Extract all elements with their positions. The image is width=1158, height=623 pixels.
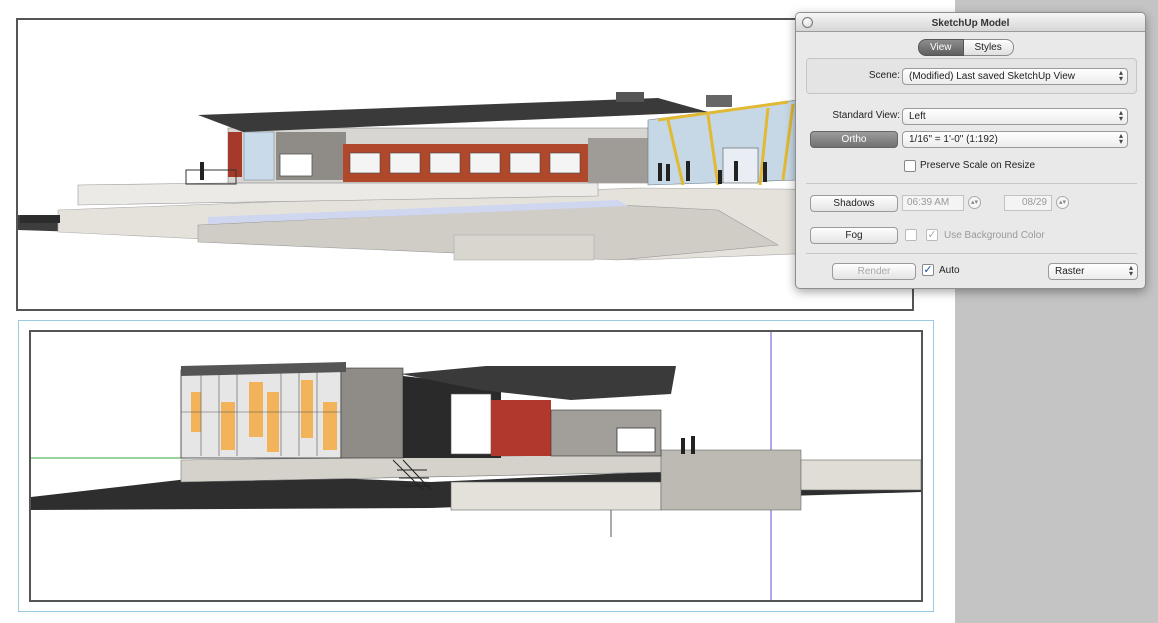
section-building-model xyxy=(31,332,921,600)
roof-unit xyxy=(616,92,644,102)
scale-dropdown[interactable]: 1/16" = 1'-0" (1:192) ▴ ▾ xyxy=(902,131,1128,148)
bottom-viewport[interactable] xyxy=(29,330,923,602)
scene-dropdown[interactable]: (Modified) Last saved SketchUp View ▴ ▾ xyxy=(902,68,1128,85)
shadow-date-field[interactable]: 08/29 xyxy=(1004,195,1052,211)
shadow-time-field[interactable]: 06:39 AM xyxy=(902,195,964,211)
date-stepper-icon[interactable]: ▴▾ xyxy=(1056,196,1069,209)
render-mode-dropdown[interactable]: Raster ▴ ▾ xyxy=(1048,263,1138,280)
window xyxy=(279,153,313,177)
fog-button[interactable]: Fog xyxy=(810,227,898,244)
right-slab xyxy=(800,459,921,491)
auto-render-label: Auto xyxy=(939,265,960,276)
shadows-button[interactable]: Shadows xyxy=(810,195,898,212)
panel-titlebar[interactable]: SketchUp Model xyxy=(796,13,1145,32)
service-block xyxy=(588,138,648,183)
standard-view-label: Standard View: xyxy=(832,110,900,121)
corner-glazing xyxy=(243,131,275,181)
dropdown-arrows-icon: ▴ ▾ xyxy=(1118,68,1123,83)
render-mode-value: Raster xyxy=(1055,266,1085,277)
road-edge xyxy=(20,215,60,223)
render-button[interactable]: Render xyxy=(832,263,916,280)
preserve-scale-label: Preserve Scale on Resize xyxy=(920,160,1036,171)
scene-label: Scene: xyxy=(868,70,900,81)
sketchup-model-panel[interactable]: SketchUp Model View Styles Scene: (Modif… xyxy=(795,12,1146,289)
top-building-model xyxy=(18,92,899,261)
standard-view-dropdown[interactable]: Left ▴ ▾ xyxy=(902,108,1128,125)
dropdown-arrows-icon: ▴ ▾ xyxy=(1128,263,1133,278)
ortho-button[interactable]: Ortho xyxy=(810,131,898,148)
panel-tabs: View Styles xyxy=(918,39,1014,56)
separator xyxy=(806,253,1137,254)
close-icon[interactable] xyxy=(802,17,813,28)
preserve-scale-checkbox[interactable] xyxy=(904,160,916,172)
scale-value: 1/16" = 1'-0" (1:192) xyxy=(909,134,998,145)
use-background-label: Use Background Color xyxy=(944,230,1045,241)
interior-glass xyxy=(450,393,492,455)
tab-view[interactable]: View xyxy=(918,39,964,56)
standard-view-value: Left xyxy=(909,111,926,122)
entry-door xyxy=(722,147,759,184)
tab-styles[interactable]: Styles xyxy=(963,39,1014,56)
time-stepper-icon[interactable]: ▴▾ xyxy=(968,196,981,209)
fog-checkbox[interactable] xyxy=(905,229,917,241)
right-foundation xyxy=(660,449,802,511)
brick-panel xyxy=(491,400,551,456)
east-window xyxy=(616,427,656,453)
roof-unit-2 xyxy=(706,95,732,107)
lower-block xyxy=(453,234,595,261)
lower-foundation xyxy=(450,481,662,511)
dropdown-arrows-icon: ▴ ▾ xyxy=(1118,131,1123,146)
stone-tower xyxy=(340,367,404,459)
separator xyxy=(806,183,1137,184)
top-viewport[interactable] xyxy=(16,18,914,311)
scene-value: (Modified) Last saved SketchUp View xyxy=(909,71,1076,82)
roof xyxy=(198,98,708,132)
dropdown-arrows-icon: ▴ ▾ xyxy=(1118,108,1123,123)
auto-render-checkbox[interactable]: ✓ xyxy=(922,264,934,276)
use-background-checkbox[interactable]: ✓ xyxy=(926,229,938,241)
panel-title: SketchUp Model xyxy=(931,18,1010,29)
